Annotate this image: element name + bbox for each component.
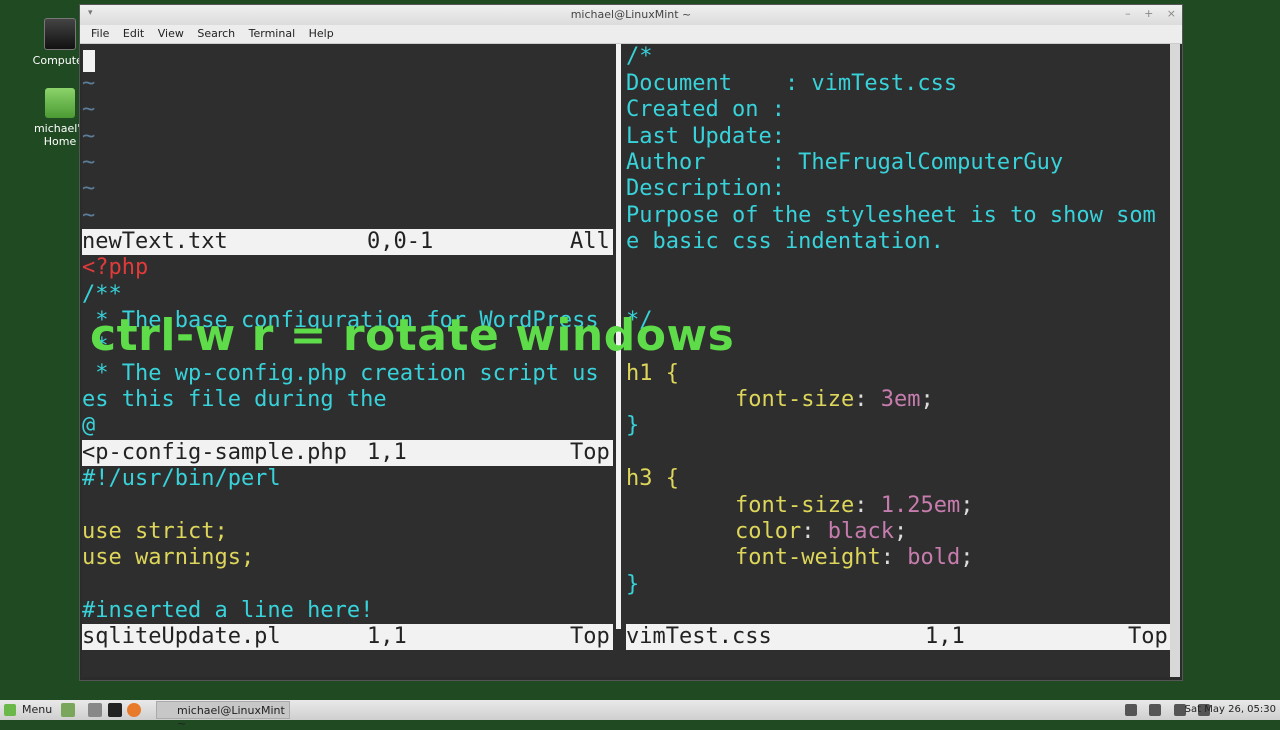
network-icon[interactable]: [1149, 704, 1161, 716]
start-menu-label: Menu: [22, 703, 53, 716]
taskbar: Menu michael@LinuxMint ~ Sat May 26, 05:…: [0, 700, 1280, 730]
taskbar-window-button[interactable]: michael@LinuxMint ~: [156, 701, 290, 730]
code-line: Author : TheFrugalComputerGuy: [626, 150, 1064, 175]
menu-edit[interactable]: Edit: [118, 25, 149, 42]
css-property: color: [735, 519, 802, 544]
css-declaration: font-size: 1.25em;: [735, 493, 974, 518]
code-line: /**: [82, 282, 122, 307]
firefox-icon[interactable]: [127, 703, 141, 717]
code-line: #inserted a line here!: [82, 598, 374, 623]
status-line-vimtest[interactable]: vimTest.css 1,1 Top: [626, 624, 1170, 650]
code-line: Purpose of the stylesheet is to show som: [626, 203, 1156, 228]
menu-search[interactable]: Search: [192, 25, 240, 42]
status-scroll: Top: [570, 624, 610, 649]
menu-file[interactable]: File: [86, 25, 114, 42]
code-line: @: [82, 413, 96, 438]
status-position: 0,0-1: [367, 229, 434, 254]
menu-terminal[interactable]: Terminal: [244, 25, 301, 42]
tutorial-caption: ctrl-w r = rotate windows: [90, 310, 735, 361]
status-position: 1,1: [367, 440, 407, 465]
text-cursor: [83, 50, 95, 72]
menu-help[interactable]: Help: [304, 25, 339, 42]
css-selector-h3: h3 {: [626, 466, 679, 491]
css-declaration: color: black;: [735, 519, 908, 544]
css-value: bold: [907, 545, 961, 570]
css-close-brace: }: [626, 572, 640, 597]
code-line: Last Update:: [626, 124, 785, 149]
update-shield-icon[interactable]: [1124, 704, 1137, 716]
code-line: <?php: [82, 255, 149, 280]
terminal-scrollbar[interactable]: [1170, 44, 1180, 677]
css-selector-h1: h1 {: [626, 361, 679, 386]
close-icon[interactable]: ×: [1167, 7, 1176, 20]
status-line-wp-config[interactable]: <p-config-sample.php 1,1 Top: [82, 440, 613, 466]
window-titlebar[interactable]: ▾ michael@LinuxMint ~ – + ×: [80, 5, 1182, 25]
css-property: font-weight: [735, 545, 881, 570]
status-position: 1,1: [925, 624, 965, 649]
empty-line-marker: ~: [82, 71, 96, 96]
menu-view[interactable]: View: [153, 25, 189, 42]
files-icon[interactable]: [88, 703, 102, 717]
code-line: es this file during the: [82, 387, 387, 412]
empty-line-marker: ~: [82, 150, 96, 175]
status-filename: vimTest.css: [626, 624, 772, 649]
css-property: font-size: [735, 387, 855, 412]
code-line: use warnings;: [82, 545, 255, 570]
start-menu-button[interactable]: Menu: [4, 703, 52, 716]
status-scroll: All: [570, 229, 610, 254]
terminal-launcher-icon[interactable]: [108, 703, 122, 717]
status-line-sqlite[interactable]: sqliteUpdate.pl 1,1 Top: [82, 624, 613, 650]
status-scroll: Top: [570, 440, 610, 465]
status-filename: newText.txt: [82, 229, 228, 254]
mint-logo-icon: [4, 704, 16, 716]
code-line: /*: [626, 44, 653, 69]
css-value: black: [827, 519, 894, 544]
code-line: use strict;: [82, 519, 228, 544]
window-title: michael@LinuxMint ~: [570, 8, 692, 21]
empty-line-marker: ~: [82, 97, 96, 122]
status-line-newtext[interactable]: newText.txt 0,0-1 All: [82, 229, 613, 255]
status-scroll: Top: [1128, 624, 1168, 649]
status-filename: sqliteUpdate.pl: [82, 624, 281, 649]
css-declaration: font-size: 3em;: [735, 387, 934, 412]
minimize-icon[interactable]: –: [1125, 7, 1131, 20]
code-line: Created on :: [626, 97, 785, 122]
empty-line-marker: ~: [82, 176, 96, 201]
home-folder-icon: [45, 88, 75, 118]
code-line: e basic css indentation.: [626, 229, 944, 254]
css-declaration: font-weight: bold;: [735, 545, 974, 570]
maximize-icon[interactable]: +: [1144, 7, 1153, 20]
computer-icon: [44, 18, 76, 50]
show-desktop-icon[interactable]: [61, 703, 75, 717]
css-value: 3em: [880, 387, 921, 412]
status-filename: <p-config-sample.php: [82, 440, 347, 465]
css-close-brace: }: [626, 413, 640, 438]
menu-bar: File Edit View Search Terminal Help: [80, 25, 1182, 44]
empty-line-marker: ~: [82, 203, 96, 228]
code-line: Document : vimTest.css: [626, 71, 958, 96]
code-line: * The wp-config.php creation script us: [82, 361, 599, 386]
code-line: Description:: [626, 176, 785, 201]
css-property: font-size: [735, 493, 855, 518]
empty-line-marker: ~: [82, 124, 96, 149]
css-value: 1.25em: [880, 493, 961, 518]
status-position: 1,1: [367, 624, 407, 649]
clock[interactable]: Sat May 26, 05:30: [1185, 704, 1276, 715]
code-line: #!/usr/bin/perl: [82, 466, 281, 491]
